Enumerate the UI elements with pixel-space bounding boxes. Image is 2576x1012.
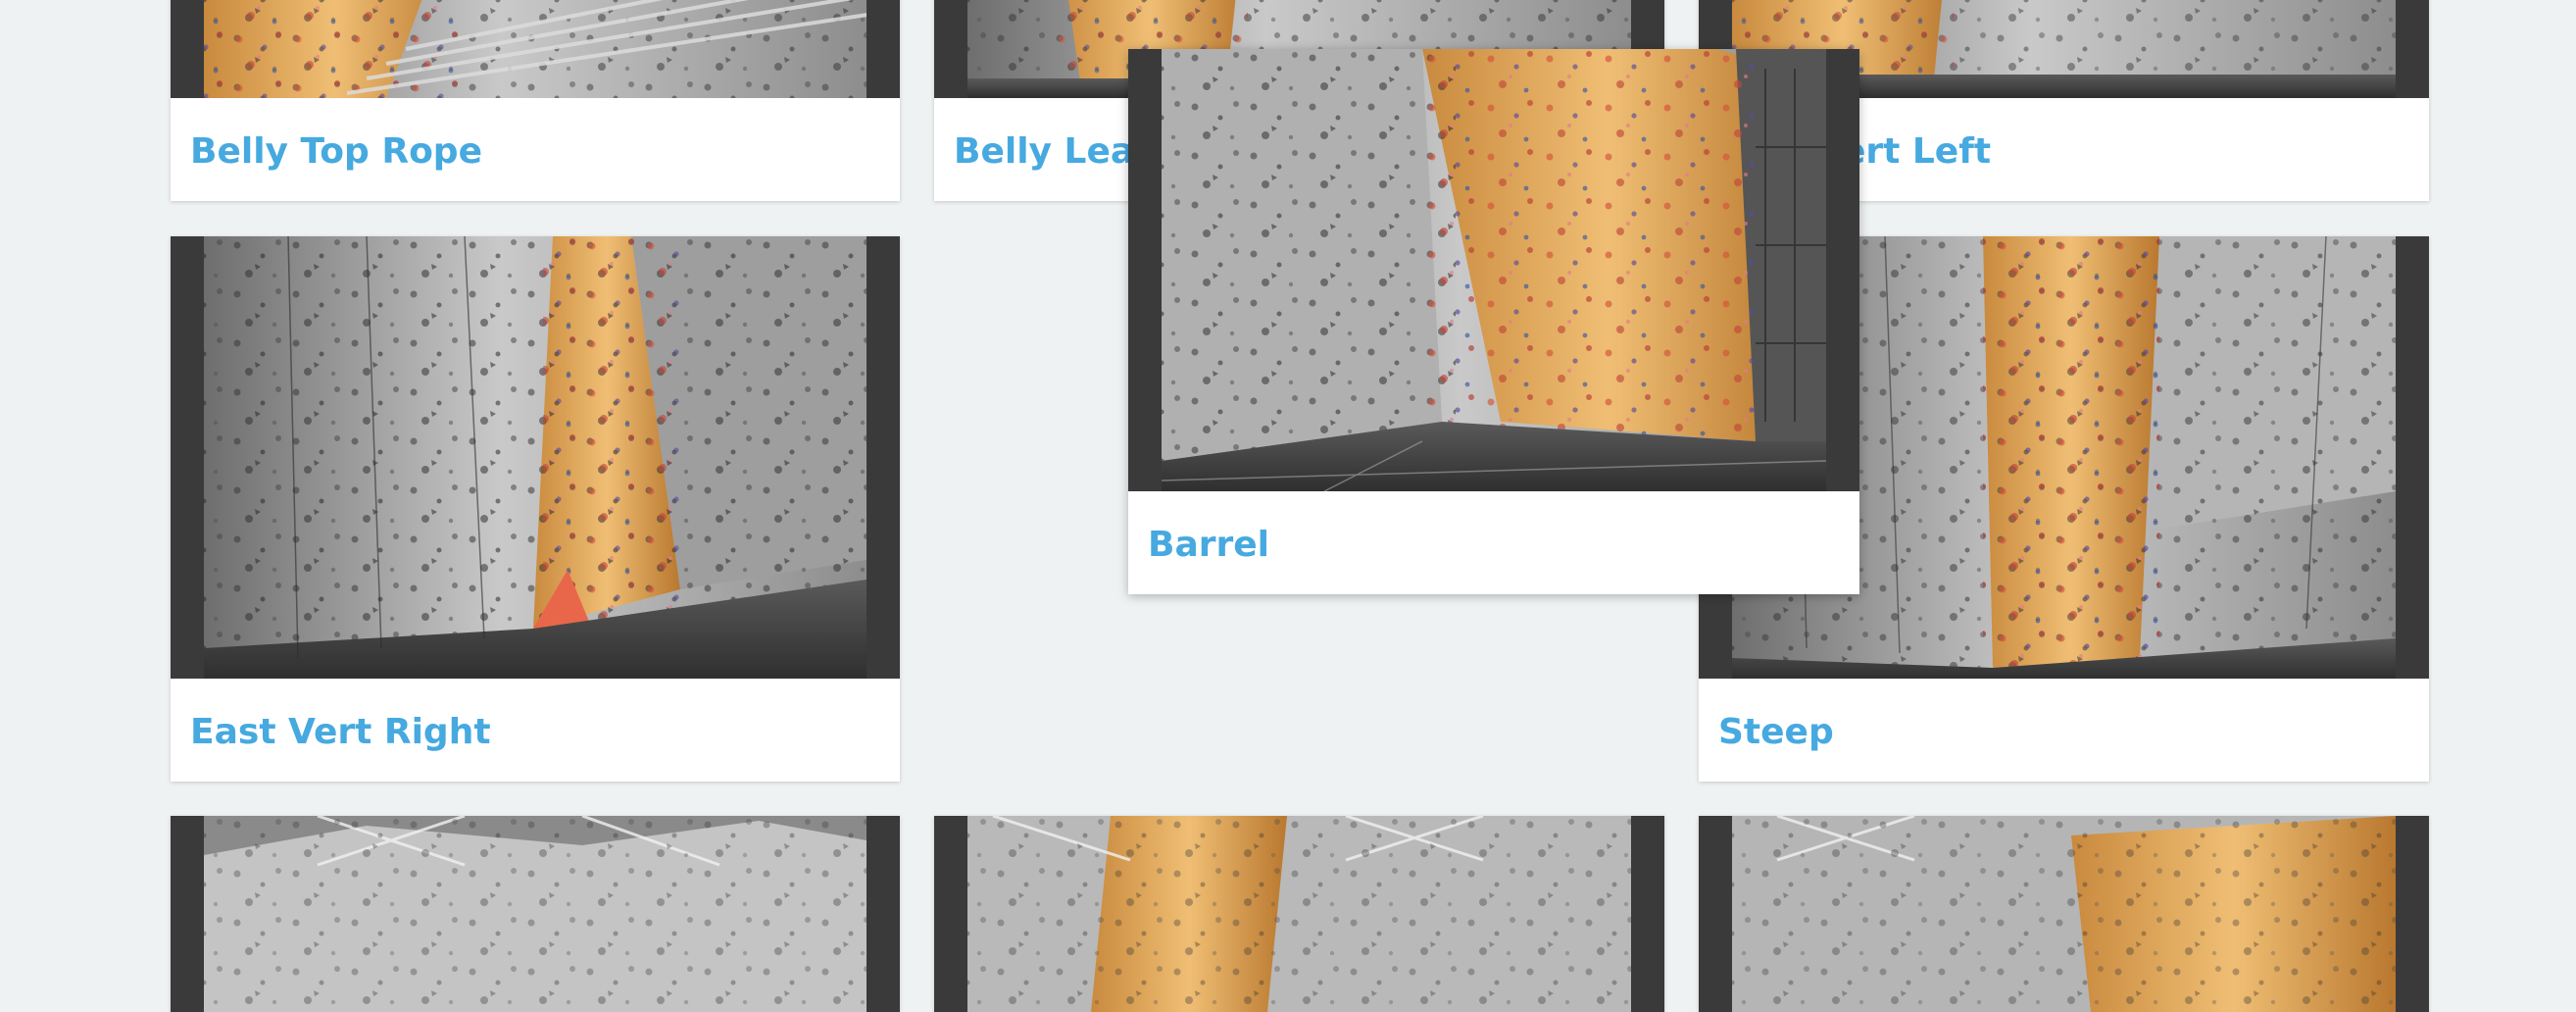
wall-card-belly-top-rope[interactable]: Belly Top Rope — [171, 0, 900, 201]
wall-card-barrel[interactable]: Barrel — [1128, 49, 1859, 594]
climbing-wall-photo — [171, 0, 900, 98]
wall-title[interactable]: Barrel — [1148, 525, 1269, 566]
wall-card[interactable] — [1699, 816, 2429, 1012]
wall-title[interactable]: Steep — [1718, 712, 1834, 753]
wall-title[interactable]: Belly Top Rope — [190, 131, 482, 173]
climbing-wall-photo — [1699, 816, 2429, 1012]
climbing-wall-photo — [1128, 49, 1859, 491]
wall-card[interactable] — [934, 816, 1664, 1012]
climbing-wall-photo — [171, 236, 900, 679]
climbing-wall-photo — [171, 816, 900, 1012]
wall-card[interactable] — [171, 816, 900, 1012]
wall-card-east-vert-right[interactable]: East Vert Right — [171, 236, 900, 782]
wall-title[interactable]: East Vert Right — [190, 712, 491, 753]
climbing-wall-photo — [934, 816, 1664, 1012]
